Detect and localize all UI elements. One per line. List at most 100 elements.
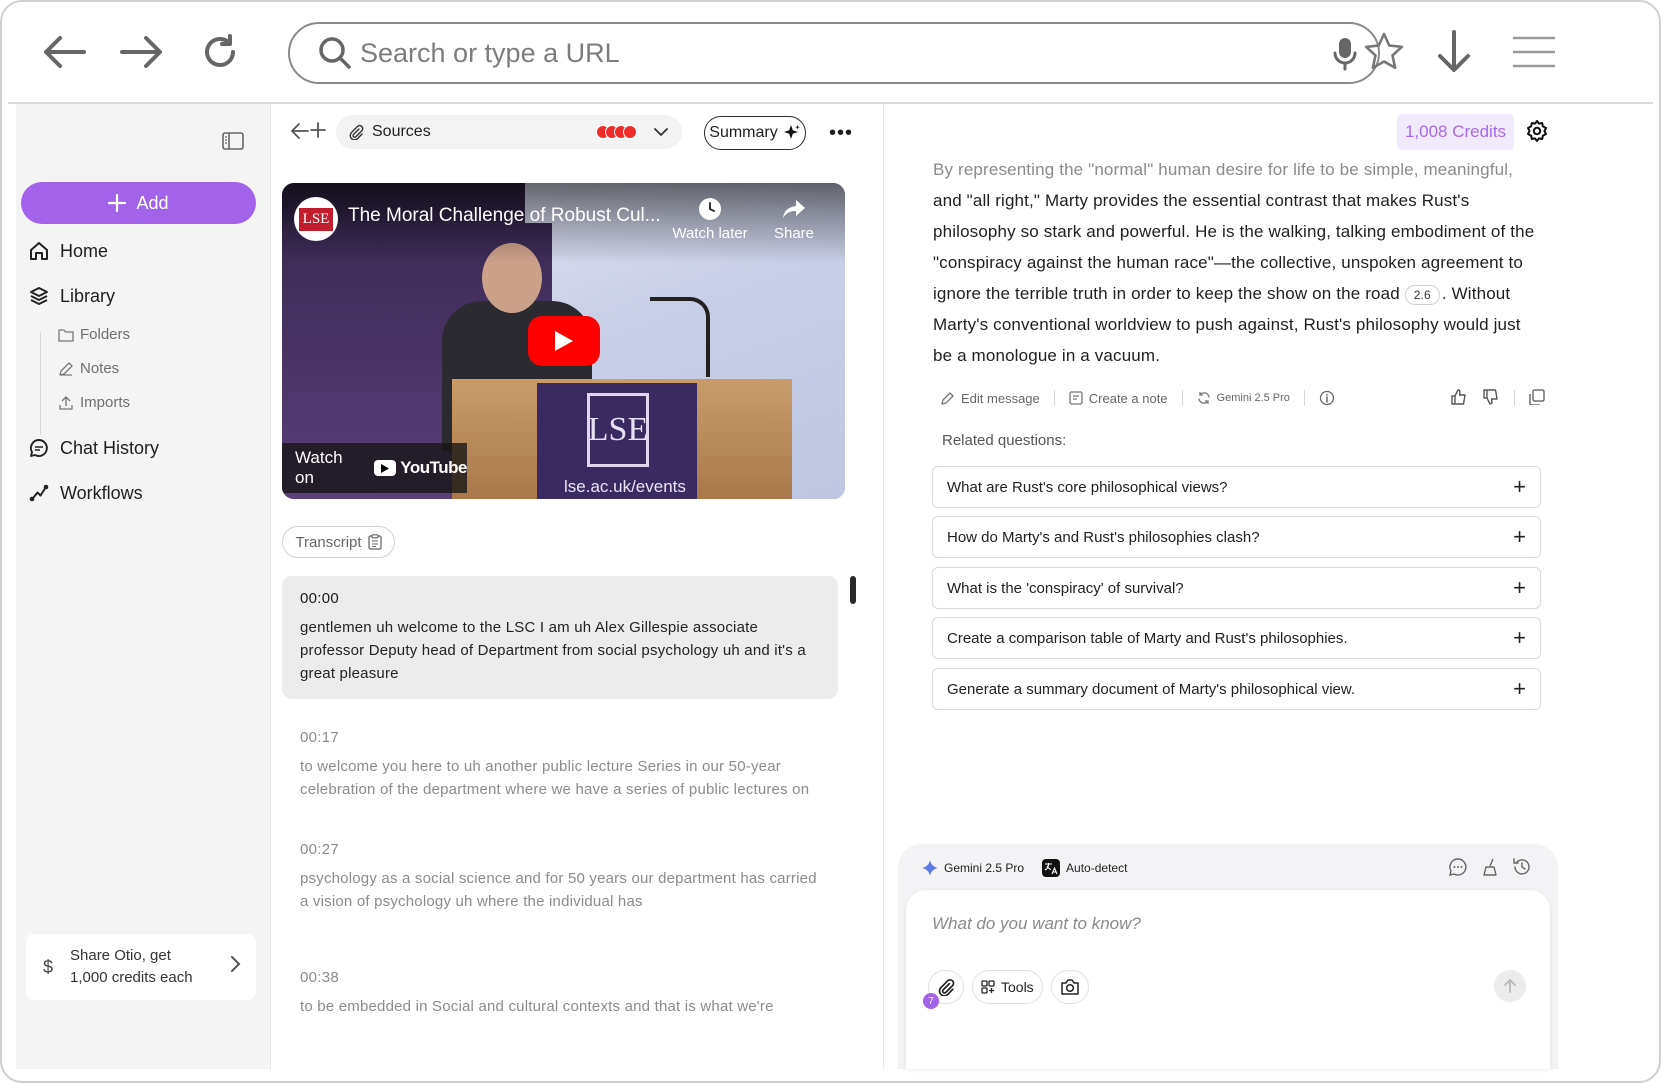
home-icon [30, 242, 48, 260]
sidebar-item-chat-history[interactable]: Chat History [28, 437, 159, 459]
star-icon[interactable] [1356, 24, 1412, 80]
podium-logo: LSE [587, 393, 649, 467]
tools-button[interactable]: Tools [972, 970, 1043, 1004]
message-actions: Edit message Create a note Gemini 2.5 Pr… [941, 386, 1545, 410]
chat-bubble-icon[interactable] [1448, 857, 1468, 880]
related-question[interactable]: Generate a summary document of Marty's p… [932, 668, 1541, 710]
chat-input[interactable] [932, 914, 1492, 954]
url-input[interactable] [360, 37, 1260, 69]
plus-icon: + [1513, 575, 1526, 600]
related-question-text: What is the 'conspiracy' of survival? [947, 579, 1184, 597]
share-label: Share [773, 225, 815, 242]
transcript-timestamp[interactable]: 00:00 [300, 590, 820, 607]
sidebar: Add Home Library Folders Notes Imports C… [16, 104, 271, 1069]
transcript-list[interactable]: 00:00 gentlemen uh welcome to the LSC I … [282, 576, 838, 1069]
copy-icon[interactable] [1529, 388, 1545, 408]
forward-arrow-icon[interactable] [114, 24, 170, 80]
share-referral-card[interactable]: $ Share Otio, get 1,000 credits each [26, 934, 256, 1000]
back-arrow-icon[interactable] [290, 122, 310, 145]
divider [1053, 390, 1055, 406]
credits-badge[interactable]: 1,008 Credits [1397, 114, 1514, 150]
microphone-icon[interactable] [1332, 36, 1358, 72]
language-selector[interactable]: Auto-detect [1042, 859, 1127, 877]
transcript-segment[interactable]: 00:27 psychology as a social science and… [282, 827, 838, 927]
transcript-segment[interactable]: 00:38 to be embedded in Social and cultu… [282, 955, 838, 1032]
library-icon [30, 287, 48, 305]
regenerate-model-button[interactable]: Gemini 2.5 Pro [1197, 391, 1290, 405]
send-button[interactable] [1494, 970, 1526, 1002]
citation-chip[interactable]: 2.6 [1404, 284, 1440, 305]
transcript-timestamp[interactable]: 00:27 [300, 841, 820, 858]
menu-icon[interactable] [1502, 24, 1566, 80]
screenshot-button[interactable] [1050, 970, 1089, 1004]
video-title[interactable]: The Moral Challenge of Robust Cul... [348, 205, 661, 227]
gear-icon[interactable] [1526, 120, 1550, 144]
dollar-icon: $ [42, 956, 53, 977]
transcript-segment[interactable]: 00:00 gentlemen uh welcome to the LSC I … [282, 576, 838, 699]
sidebar-item-label: Notes [80, 360, 120, 377]
attachment-count-badge: 7 [923, 993, 939, 1009]
translate-icon [1042, 859, 1061, 877]
watch-on-youtube-link[interactable]: Watch on YouTube [282, 443, 467, 493]
create-note-button[interactable]: Create a note [1069, 391, 1168, 406]
attach-button[interactable]: 7 [923, 970, 964, 1009]
related-question[interactable]: How do Marty's and Rust's philosophies c… [932, 516, 1541, 558]
model-selector[interactable]: Gemini 2.5 Pro [922, 860, 1024, 876]
more-options-button[interactable]: ••• [826, 116, 856, 150]
thumbs-down-icon[interactable] [1482, 388, 1500, 409]
edit-message-button[interactable]: Edit message [941, 391, 1040, 406]
reload-icon[interactable] [192, 24, 248, 80]
answer-faded-line: By representing the "normal" human desir… [933, 160, 1514, 179]
feedback-actions [1450, 388, 1545, 409]
sidebar-item-home[interactable]: Home [28, 240, 108, 262]
transcript-segment[interactable]: 00:17 to welcome you here to uh another … [282, 715, 838, 815]
related-question[interactable]: What are Rust's core philosophical views… [932, 466, 1541, 508]
transcript-text: to be embedded in Social and cultural co… [300, 998, 774, 1015]
video-player[interactable]: LSE lse.ac.uk/events LSE The Moral Chall… [282, 183, 845, 499]
transcript-timestamp[interactable]: 00:17 [300, 729, 820, 746]
add-button[interactable]: Add [21, 182, 256, 224]
source-toolbar: Sources Summary ••• [272, 104, 883, 162]
clock-icon [699, 198, 721, 220]
pencil-icon [59, 361, 73, 376]
chat-panel: 1,008 Credits By representing the "norma… [885, 104, 1649, 1069]
otio-app: Add Home Library Folders Notes Imports C… [16, 104, 1649, 1069]
transcript-scrollbar[interactable] [850, 576, 856, 604]
back-arrow-icon[interactable] [36, 24, 92, 80]
gemini-sparkle-icon [922, 860, 938, 876]
play-button[interactable] [528, 316, 600, 366]
chevron-down-icon [654, 128, 668, 137]
transcript-button[interactable]: Transcript [282, 526, 395, 558]
sidebar-item-folders[interactable]: Folders [58, 326, 130, 343]
related-question[interactable]: What is the 'conspiracy' of survival? + [932, 567, 1541, 609]
sidebar-item-library[interactable]: Library [28, 285, 115, 307]
assistant-answer: By representing the "normal" human desir… [933, 154, 1543, 371]
related-question-text: Generate a summary document of Marty's p… [947, 680, 1356, 698]
play-icon [555, 331, 573, 351]
channel-avatar[interactable]: LSE [294, 197, 338, 241]
share-button[interactable]: Share [754, 197, 834, 242]
sparkle-icon [783, 125, 800, 139]
related-question[interactable]: Create a comparison table of Marty and R… [932, 617, 1541, 659]
download-icon[interactable] [1426, 24, 1482, 80]
sidebar-toggle-icon[interactable] [222, 132, 248, 154]
language-selector-label: Auto-detect [1066, 861, 1128, 875]
info-icon[interactable] [1319, 390, 1335, 406]
thumbs-up-icon[interactable] [1450, 388, 1468, 409]
sources-dropdown[interactable]: Sources [336, 115, 682, 149]
watch-later-button[interactable]: Watch later [670, 197, 750, 242]
history-icon[interactable] [1512, 857, 1532, 880]
composer-box: 7 Tools [906, 890, 1550, 1069]
podium-url: lse.ac.uk/events [564, 477, 686, 496]
sidebar-item-imports[interactable]: Imports [58, 394, 130, 411]
sidebar-item-notes[interactable]: Notes [58, 360, 119, 377]
plus-icon[interactable] [309, 121, 327, 144]
tree-line [40, 332, 41, 435]
transcript-timestamp[interactable]: 00:38 [300, 969, 820, 986]
url-bar[interactable] [288, 22, 1380, 84]
summary-button[interactable]: Summary [704, 116, 806, 150]
plus-icon: + [1513, 676, 1526, 701]
sidebar-item-workflows[interactable]: Workflows [28, 482, 143, 504]
clear-chat-broom-icon[interactable] [1480, 857, 1500, 880]
composer-top-icons [1448, 857, 1532, 880]
